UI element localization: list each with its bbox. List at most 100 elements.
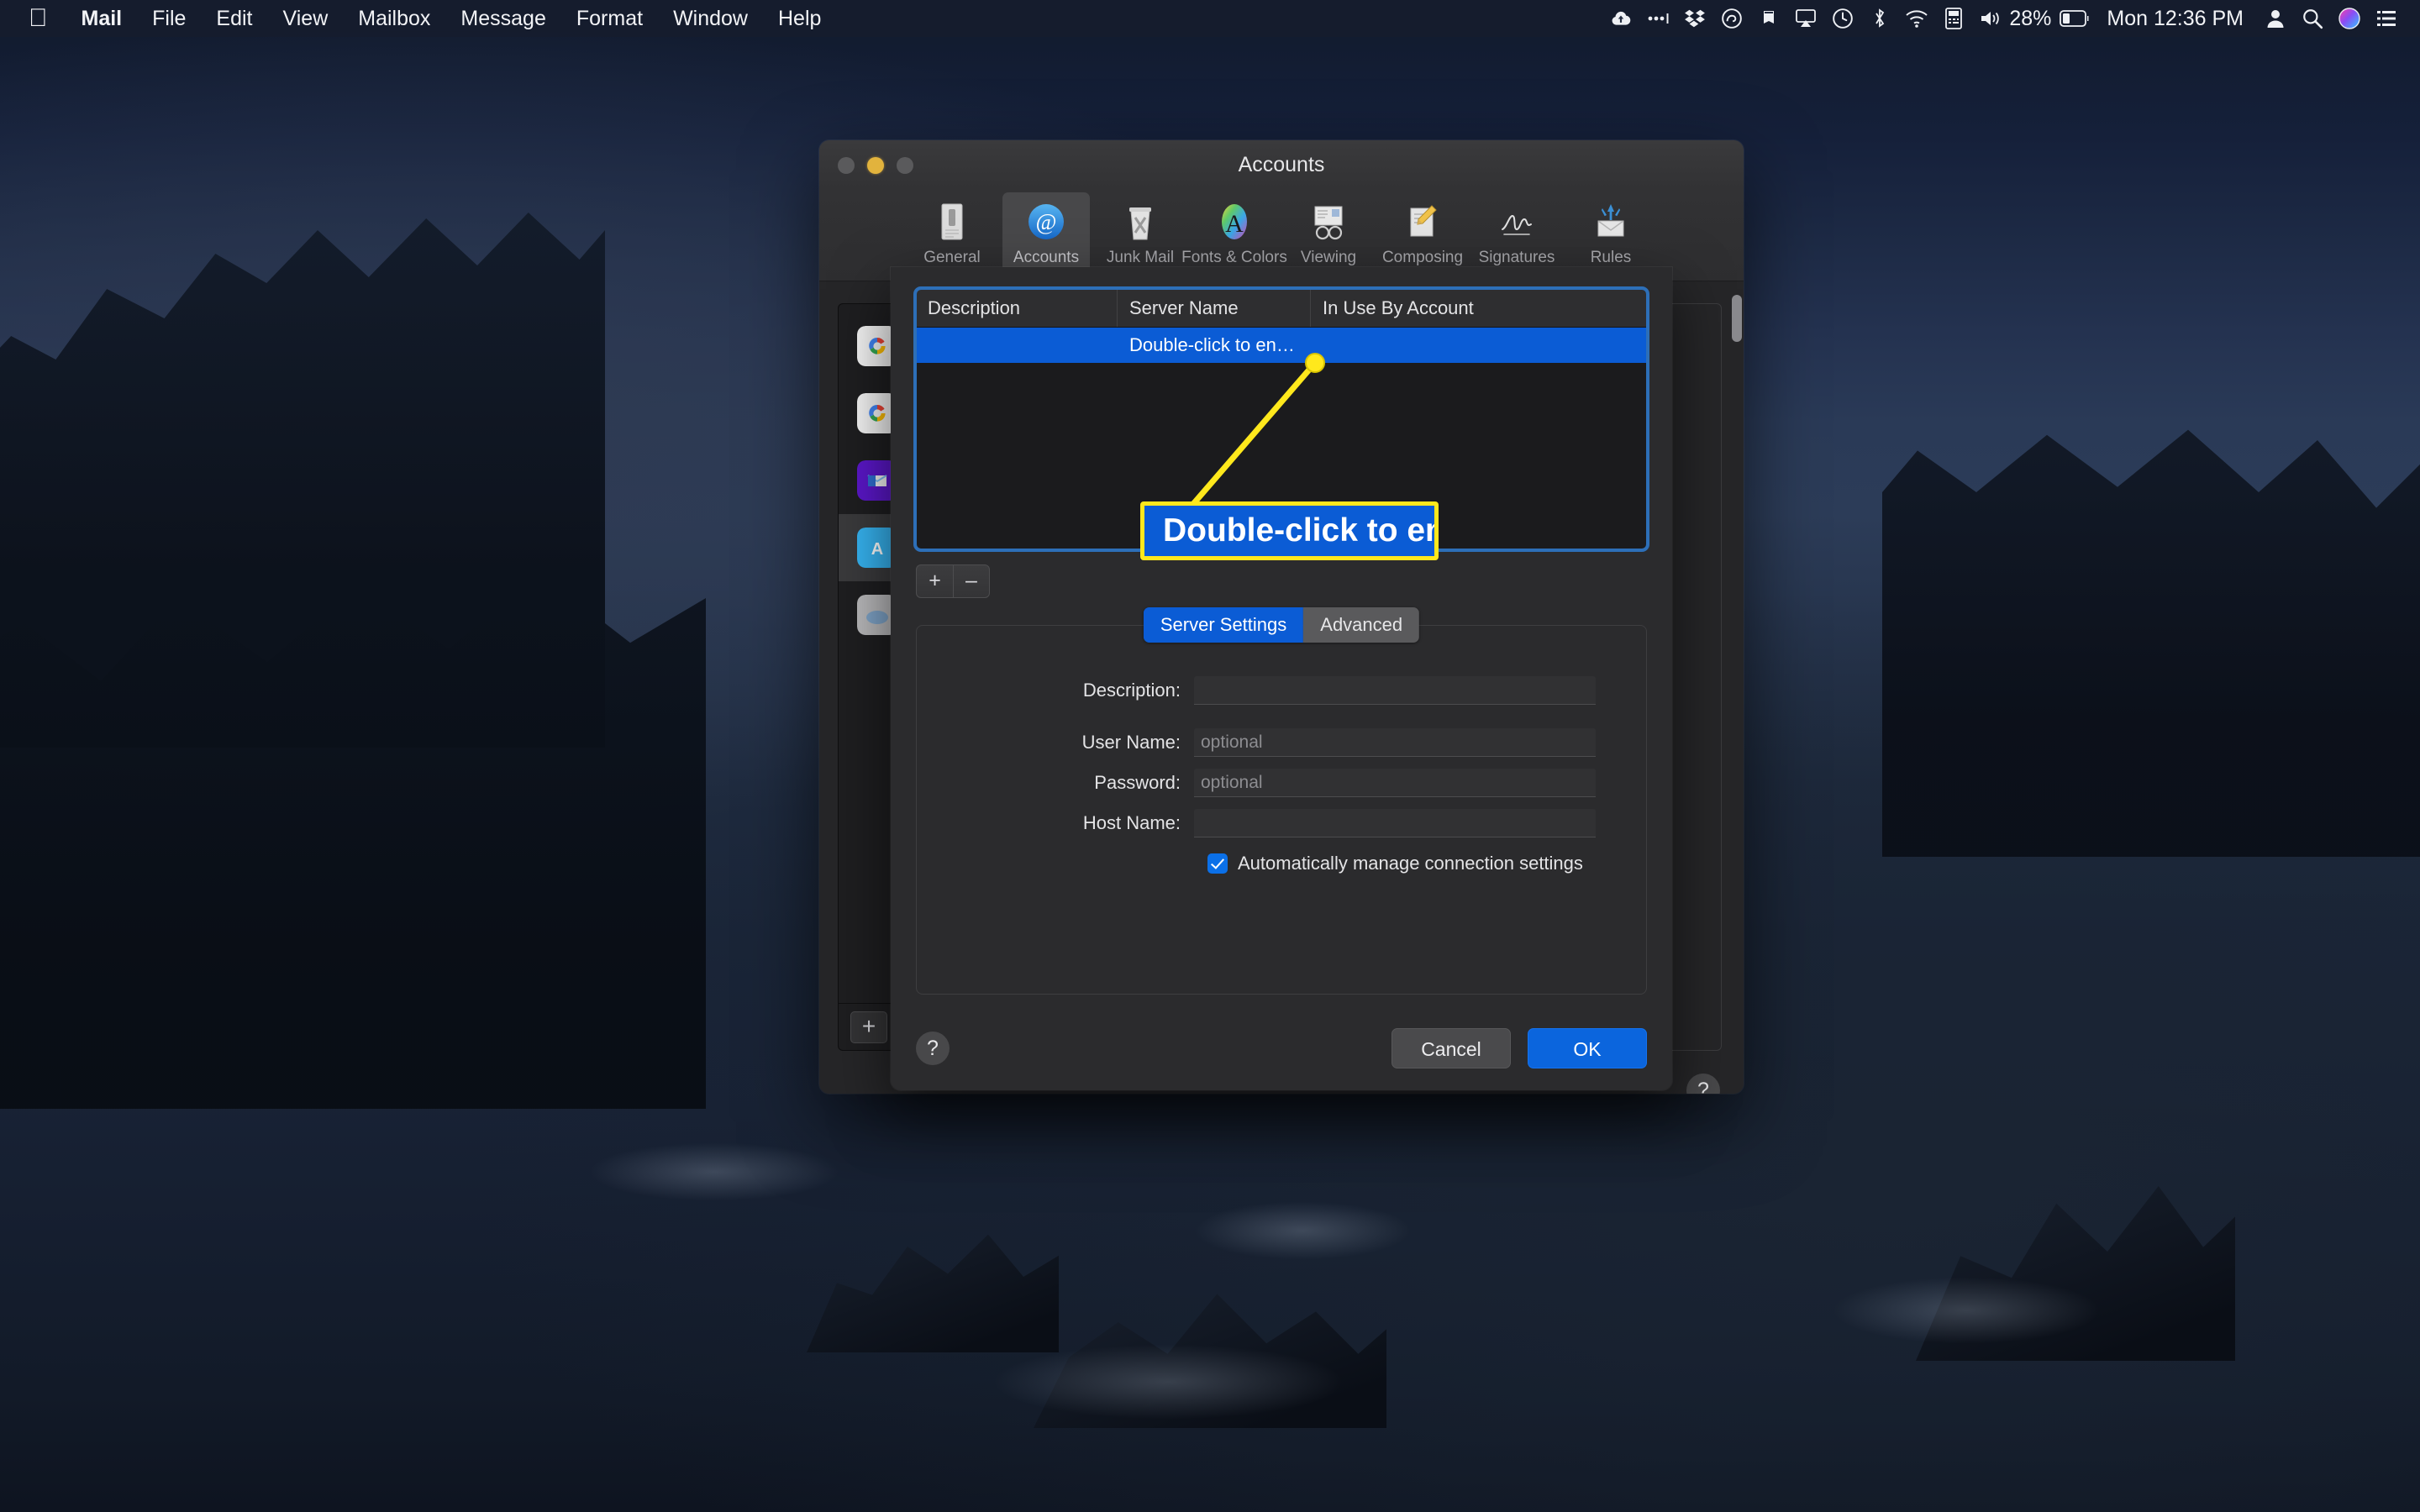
toolbar-item-junk-mail[interactable]: Junk Mail: [1097, 192, 1184, 272]
menu-format[interactable]: Format: [561, 0, 658, 37]
cloud-upload-icon[interactable]: [1602, 0, 1639, 37]
toolbar-label: Junk Mail: [1106, 249, 1175, 266]
dropbox-icon[interactable]: [1676, 0, 1713, 37]
toolbar-label: Fonts & Colors: [1181, 249, 1287, 266]
coastline-silhouette-right: [1882, 429, 2420, 857]
label-host-name: Host Name:: [1082, 812, 1181, 833]
tab-advanced[interactable]: Advanced: [1303, 607, 1420, 643]
toolbar-label: Composing: [1381, 249, 1464, 266]
toolbar-label: Viewing: [1300, 249, 1357, 266]
label-password: Password:: [1094, 772, 1181, 793]
table-row-selected[interactable]: Double-click to en…: [916, 328, 1647, 363]
general-icon: [929, 199, 975, 244]
time-machine-icon[interactable]: [1824, 0, 1861, 37]
traffic-light-buttons: [838, 157, 913, 174]
window-help-button[interactable]: ?: [1686, 1074, 1720, 1094]
table-add-remove-controls: + –: [916, 564, 1647, 598]
zoom-button[interactable]: [897, 157, 913, 174]
field-row-host-name: Host Name:: [917, 809, 1646, 837]
sheet-action-buttons: Cancel OK: [1392, 1028, 1647, 1068]
user-account-icon[interactable]: [2257, 0, 2294, 37]
description-input[interactable]: [1194, 676, 1596, 705]
table-header-row: Description Server Name In Use By Accoun…: [916, 289, 1647, 328]
server-settings-sheet: Description Server Name In Use By Accoun…: [891, 267, 1672, 1090]
detail-scrollbar-thumb[interactable]: [1732, 295, 1742, 342]
column-header-in-use-by-account[interactable]: In Use By Account: [1311, 289, 1647, 327]
toolbar-label: Rules: [1590, 249, 1632, 266]
bluetooth-icon[interactable]: [1861, 0, 1898, 37]
menu-help[interactable]: Help: [763, 0, 836, 37]
toolbar-item-signatures[interactable]: Signatures: [1473, 192, 1560, 272]
rules-icon: [1588, 199, 1634, 244]
sea-foam: [1832, 1277, 2101, 1344]
svg-text:@: @: [1036, 209, 1057, 234]
cancel-button[interactable]: Cancel: [1392, 1028, 1511, 1068]
menu-app-name[interactable]: Mail: [66, 0, 138, 37]
toolbar-item-fonts-colors[interactable]: A Fonts & Colors: [1181, 192, 1287, 272]
signatures-icon: [1494, 199, 1539, 244]
volume-icon[interactable]: [1972, 0, 2009, 37]
accounts-at-icon: @: [1023, 199, 1069, 244]
add-server-button[interactable]: +: [916, 564, 953, 598]
toolbar-item-viewing[interactable]: Viewing: [1285, 192, 1372, 272]
window-title: Accounts: [1238, 153, 1325, 176]
remove-server-button[interactable]: –: [953, 564, 990, 598]
viewing-icon: [1306, 199, 1351, 244]
cell-description: [916, 328, 1118, 363]
menu-mailbox[interactable]: Mailbox: [343, 0, 445, 37]
auto-manage-connection-checkbox[interactable]: [1207, 853, 1228, 874]
tab-strip: Server Settings Advanced: [1143, 607, 1420, 643]
label-description: Description:: [1082, 680, 1181, 701]
sea-foam: [588, 1142, 840, 1201]
table-empty-area: [916, 363, 1647, 546]
sea-foam: [1193, 1201, 1412, 1260]
sheet-help-button[interactable]: ?: [916, 1032, 950, 1065]
password-input[interactable]: [1194, 769, 1596, 797]
ok-button[interactable]: OK: [1528, 1028, 1647, 1068]
toolbar-item-rules[interactable]: Rules: [1567, 192, 1655, 272]
auto-manage-connection-row[interactable]: Automatically manage connection settings: [917, 853, 1646, 874]
siri-icon[interactable]: [2331, 0, 2368, 37]
battery-icon[interactable]: [2056, 0, 2093, 37]
field-row-user-name: User Name:: [917, 728, 1646, 757]
composing-icon: [1400, 199, 1445, 244]
toolbar-item-accounts[interactable]: @ Accounts: [1002, 192, 1090, 272]
menu-bar:  Mail File Edit View Mailbox Message Fo…: [0, 0, 2420, 37]
menu-file[interactable]: File: [137, 0, 201, 37]
apple-logo-icon[interactable]: : [0, 0, 66, 37]
menu-view[interactable]: View: [268, 0, 344, 37]
field-row-description: Description:: [917, 676, 1646, 705]
airplay-icon[interactable]: [1787, 0, 1824, 37]
close-button[interactable]: [838, 157, 855, 174]
toolbar-item-general[interactable]: General: [908, 192, 996, 272]
field-row-password: Password:: [917, 769, 1646, 797]
sea-rock: [807, 1234, 1059, 1352]
add-account-button[interactable]: +: [850, 1011, 887, 1043]
label-user-name: User Name:: [1081, 732, 1181, 753]
toolbar-label: General: [923, 249, 981, 266]
window-titlebar: Accounts: [819, 140, 1744, 189]
user-name-input[interactable]: [1194, 728, 1596, 757]
control-center-icon[interactable]: [2368, 0, 2405, 37]
tab-server-settings[interactable]: Server Settings: [1143, 607, 1304, 643]
search-icon[interactable]: [2294, 0, 2331, 37]
column-header-server-name[interactable]: Server Name: [1118, 289, 1311, 327]
menu-edit[interactable]: Edit: [201, 0, 267, 37]
host-name-input[interactable]: [1194, 809, 1596, 837]
minimize-button[interactable]: [867, 157, 884, 174]
menu-message[interactable]: Message: [445, 0, 560, 37]
wifi-icon[interactable]: [1898, 0, 1935, 37]
server-accounts-table[interactable]: Description Server Name In Use By Accoun…: [913, 286, 1649, 552]
menu-bar-clock[interactable]: Mon 12:36 PM: [2093, 7, 2257, 31]
input-source-icon[interactable]: [1935, 0, 1972, 37]
toolbar-label: Signatures: [1478, 249, 1555, 266]
adobe-creative-cloud-icon[interactable]: [1713, 0, 1750, 37]
toolbar-item-composing[interactable]: Composing: [1379, 192, 1466, 272]
column-header-description[interactable]: Description: [916, 289, 1118, 327]
auto-manage-connection-label: Automatically manage connection settings: [1238, 853, 1583, 874]
notification-bell-icon[interactable]: [1750, 0, 1787, 37]
fonts-colors-icon: A: [1212, 199, 1257, 244]
menu-window[interactable]: Window: [658, 0, 763, 37]
three-dots-icon[interactable]: [1639, 0, 1676, 37]
cell-server-name[interactable]: Double-click to en…: [1118, 328, 1311, 363]
